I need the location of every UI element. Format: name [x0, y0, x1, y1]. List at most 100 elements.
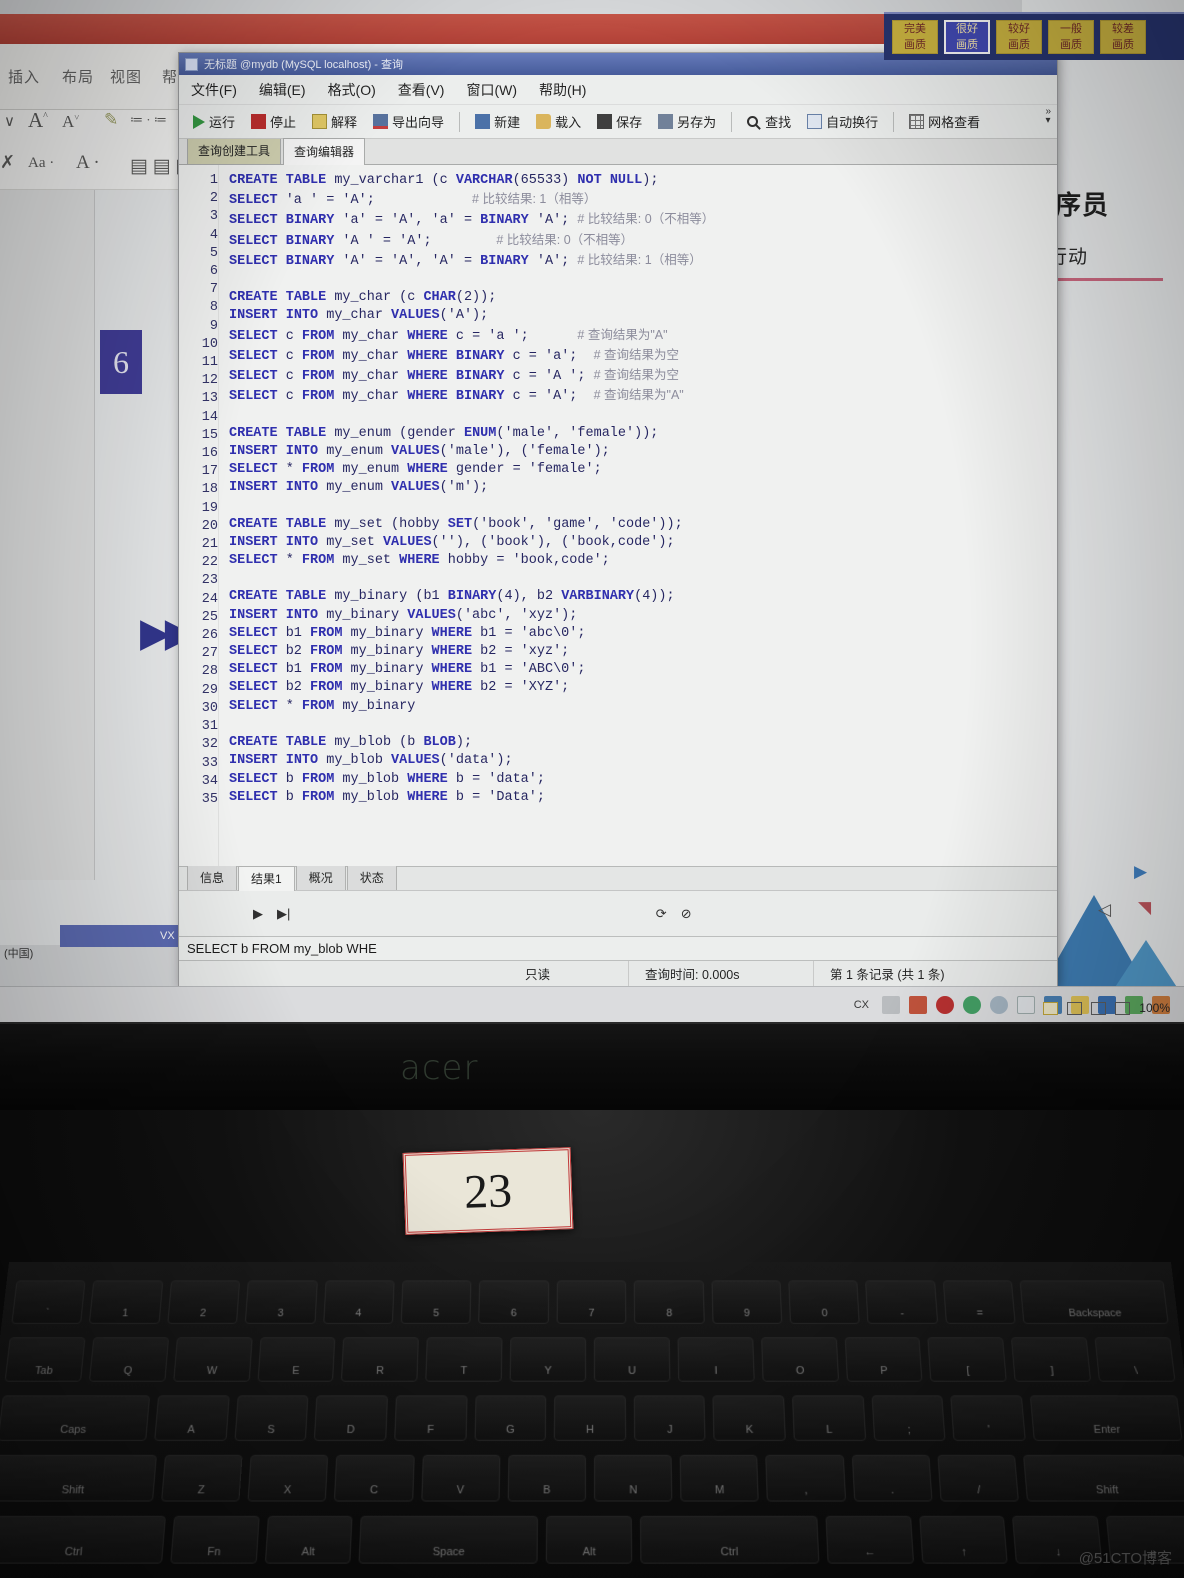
keyboard-key[interactable]: L — [792, 1395, 866, 1441]
font-size-dropdown-icon[interactable]: ∨ — [4, 112, 15, 131]
read-mode-icon[interactable] — [1091, 1001, 1107, 1015]
keyboard-key[interactable]: Enter — [1029, 1395, 1183, 1441]
result-tab-profile[interactable]: 概况 — [295, 865, 346, 890]
code-line[interactable]: SELECT * FROM my_binary — [229, 698, 1057, 716]
keyboard-key[interactable]: ` — [11, 1280, 86, 1324]
save-as-button[interactable]: 另存为 — [652, 110, 722, 133]
code-line[interactable]: INSERT INTO my_char VALUES('A'); — [229, 307, 1057, 325]
code-line[interactable] — [229, 271, 1057, 289]
code-line[interactable]: CREATE TABLE my_enum (gender ENUM('male'… — [229, 425, 1057, 443]
tab-query-builder[interactable]: 查询创建工具 — [187, 137, 282, 164]
code-line[interactable]: INSERT INTO my_set VALUES(''), ('book'),… — [229, 534, 1057, 552]
code-line[interactable]: SELECT * FROM my_set WHERE hobby = 'book… — [229, 552, 1057, 570]
highlight-icon[interactable]: ✎ — [104, 110, 118, 130]
keyboard-key[interactable]: G — [474, 1395, 547, 1441]
web-layout-icon[interactable] — [1067, 1001, 1083, 1015]
keyboard-key[interactable]: Fn — [170, 1515, 260, 1564]
code-line[interactable]: INSERT INTO my_enum VALUES('m'); — [229, 479, 1057, 497]
code-line[interactable] — [229, 497, 1057, 515]
code-line[interactable]: CREATE TABLE my_char (c CHAR(2)); — [229, 289, 1057, 307]
keyboard-key[interactable]: Q — [88, 1337, 169, 1382]
ribbon-tab-0[interactable]: 插入 — [8, 66, 40, 87]
keyboard-key[interactable]: 3 — [245, 1280, 318, 1324]
grow-font-icon[interactable]: A^ — [28, 108, 48, 133]
keyboard-key[interactable]: Caps — [0, 1395, 151, 1441]
keyboard-key[interactable]: ; — [871, 1395, 946, 1441]
outline-icon[interactable] — [1115, 1001, 1131, 1015]
grid-view-button[interactable]: 网格查看 — [903, 110, 986, 133]
stop-button[interactable]: 停止 — [245, 110, 302, 133]
keyboard-key[interactable]: B — [507, 1454, 587, 1502]
result-tab-result1[interactable]: 结果1 — [238, 866, 295, 891]
quality-option-low[interactable]: 较差 画质 — [1100, 20, 1146, 54]
keyboard-key[interactable]: 7 — [556, 1280, 627, 1324]
menu-item-file[interactable]: 文件(F) — [191, 80, 237, 100]
keyboard-key[interactable]: A — [154, 1395, 230, 1441]
tray-icon-explorer[interactable] — [1017, 995, 1035, 1014]
code-line[interactable]: SELECT BINARY 'a' = 'A', 'a' = BINARY 'A… — [229, 210, 1057, 230]
code-line[interactable]: SELECT c FROM my_char WHERE BINARY c = '… — [229, 346, 1057, 366]
keyboard-key[interactable]: I — [677, 1337, 755, 1382]
keyboard-key[interactable]: F — [394, 1395, 468, 1441]
code-line[interactable]: SELECT b FROM my_blob WHERE b = 'data'; — [229, 771, 1057, 789]
keyboard-key[interactable]: K — [712, 1395, 786, 1441]
code-line[interactable]: SELECT b1 FROM my_binary WHERE b1 = 'ABC… — [229, 661, 1057, 679]
code-line[interactable] — [229, 807, 1057, 825]
menu-item-edit[interactable]: 编辑(E) — [259, 80, 306, 100]
keyboard-key[interactable]: ] — [1011, 1337, 1092, 1382]
keyboard-key[interactable]: X — [247, 1454, 329, 1502]
keyboard-key[interactable]: Alt — [264, 1515, 353, 1564]
keyboard-key[interactable]: \ — [1094, 1337, 1176, 1382]
quality-option-veryhigh[interactable]: 很好 画质 — [944, 20, 990, 54]
code-line[interactable] — [229, 716, 1057, 734]
sql-code-area[interactable]: CREATE TABLE my_varchar1 (c VARCHAR(6553… — [219, 165, 1057, 866]
clear-format-icon[interactable]: ✗ — [0, 152, 15, 173]
keyboard-key[interactable]: / — [937, 1454, 1020, 1502]
toolbar-overflow-button[interactable]: » ▾ — [1045, 107, 1051, 126]
result-tab-info[interactable]: 信息 — [187, 865, 238, 890]
keyboard-key[interactable]: Shift — [0, 1454, 157, 1502]
tray-icon-adobe[interactable] — [909, 995, 927, 1014]
keyboard-key[interactable]: 8 — [633, 1280, 705, 1324]
code-line[interactable]: INSERT INTO my_binary VALUES('abc', 'xyz… — [229, 607, 1057, 625]
keyboard-key[interactable]: E — [257, 1337, 336, 1382]
keyboard-key[interactable]: N — [594, 1454, 673, 1502]
tab-query-editor[interactable]: 查询编辑器 — [283, 138, 366, 165]
code-line[interactable]: SELECT c FROM my_char WHERE BINARY c = '… — [229, 366, 1057, 386]
keyboard-key[interactable]: , — [765, 1454, 846, 1502]
code-line[interactable] — [229, 570, 1057, 588]
run-button[interactable]: 运行 — [187, 110, 241, 133]
code-line[interactable]: SELECT c FROM my_char WHERE c = 'a '; # … — [229, 326, 1057, 346]
code-line[interactable] — [229, 406, 1057, 424]
bullets-icon[interactable]: ≔ · ≔ — [130, 112, 167, 128]
shrink-font-icon[interactable]: A˅ — [62, 112, 79, 132]
keyboard-key[interactable]: 6 — [478, 1280, 550, 1324]
keyboard-key[interactable]: = — [942, 1280, 1016, 1324]
keyboard-key[interactable]: Space — [358, 1515, 539, 1564]
keyboard-key[interactable]: ' — [950, 1395, 1026, 1441]
find-button[interactable]: 查找 — [741, 110, 797, 133]
export-wizard-button[interactable]: 导出向导 — [367, 110, 450, 133]
code-line[interactable]: CREATE TABLE my_set (hobby SET('book', '… — [229, 516, 1057, 534]
keyboard-key[interactable]: U — [593, 1337, 671, 1382]
menu-item-format[interactable]: 格式(O) — [328, 80, 376, 100]
new-button[interactable]: 新建 — [469, 110, 526, 133]
keyboard-key[interactable]: 0 — [788, 1280, 861, 1324]
change-case-icon[interactable]: Aa · — [28, 155, 54, 172]
keyboard-key[interactable]: 2 — [167, 1280, 241, 1324]
ribbon-tab-2[interactable]: 视图 — [110, 66, 142, 87]
keyboard-key[interactable]: 9 — [711, 1280, 783, 1324]
keyboard-key[interactable]: Z — [161, 1454, 243, 1502]
keyboard-key[interactable]: Ctrl — [0, 1515, 166, 1564]
save-button[interactable]: 保存 — [591, 110, 648, 133]
keyboard-key[interactable]: Alt — [545, 1515, 633, 1564]
word-wrap-button[interactable]: 自动换行 — [801, 110, 884, 133]
result-tab-status[interactable]: 状态 — [346, 865, 397, 890]
menu-item-view[interactable]: 查看(V) — [398, 80, 445, 100]
ribbon-tab-1[interactable]: 布局 — [62, 66, 94, 87]
keyboard-key[interactable]: P — [844, 1337, 923, 1382]
quality-option-perfect[interactable]: 完美 画质 — [892, 20, 938, 54]
menu-item-window[interactable]: 窗口(W) — [466, 80, 517, 100]
code-line[interactable]: SELECT c FROM my_char WHERE BINARY c = '… — [229, 386, 1057, 406]
go-last-button[interactable]: ▶| — [277, 906, 290, 922]
